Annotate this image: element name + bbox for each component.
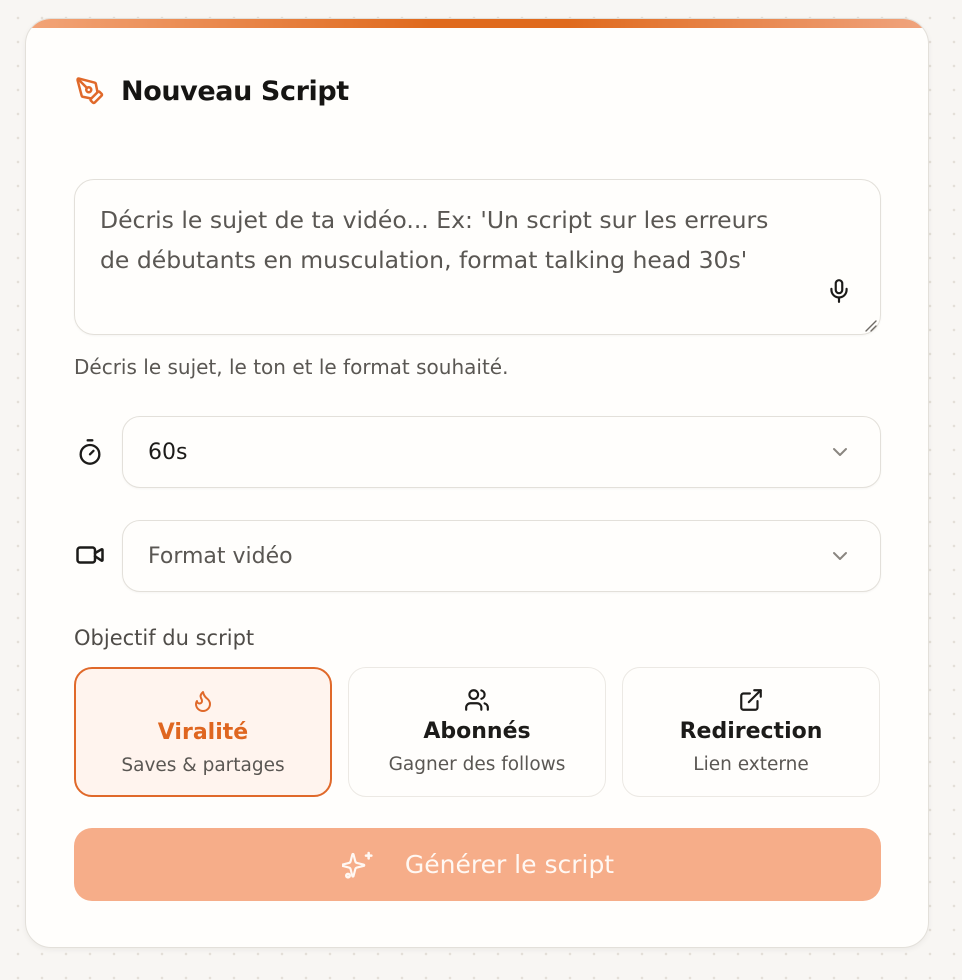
external-link-icon [623, 685, 879, 715]
duration-select[interactable]: 60s [122, 416, 881, 488]
script-prompt-input[interactable] [75, 180, 880, 334]
prompt-helper-text: Décris le sujet, le ton et le format sou… [74, 355, 509, 379]
card-header: Nouveau Script [74, 71, 349, 111]
objective-option-subtitle: Lien externe [693, 754, 809, 775]
chevron-down-icon [828, 544, 852, 568]
generate-script-button[interactable]: Générer le script [74, 828, 881, 901]
script-prompt-container [74, 179, 881, 335]
duration-selected-value: 60s [148, 439, 188, 465]
chevron-down-icon [828, 440, 852, 464]
objective-option-subtitle: Saves & partages [121, 755, 285, 776]
objective-option-title: Redirection [679, 719, 823, 744]
format-selected-value: Format vidéo [148, 543, 293, 569]
card-top-accent [26, 19, 928, 28]
sparkles-icon [341, 848, 375, 882]
generate-script-label: Générer le script [404, 850, 615, 879]
page-title: Nouveau Script [121, 75, 349, 107]
objective-option-redirection[interactable]: Redirection Lien externe [622, 667, 880, 797]
objective-option-followers[interactable]: Abonnés Gagner des follows [348, 667, 606, 797]
video-format-select[interactable]: Format vidéo [122, 520, 881, 592]
objective-option-title: Abonnés [423, 719, 531, 744]
timer-icon [74, 436, 106, 468]
objective-label: Objectif du script [74, 626, 255, 650]
objective-option-title: Viralité [157, 720, 249, 745]
flame-icon [76, 686, 330, 716]
resize-handle-icon[interactable] [863, 317, 877, 332]
objective-option-subtitle: Gagner des follows [388, 754, 566, 775]
pen-tool-icon [74, 75, 106, 107]
objective-option-virality[interactable]: Viralité Saves & partages [74, 667, 332, 797]
video-camera-icon [74, 539, 106, 571]
microphone-icon[interactable] [824, 274, 854, 308]
new-script-card: Nouveau Script Décris le sujet, le ton e… [25, 18, 929, 948]
users-icon [349, 685, 605, 715]
